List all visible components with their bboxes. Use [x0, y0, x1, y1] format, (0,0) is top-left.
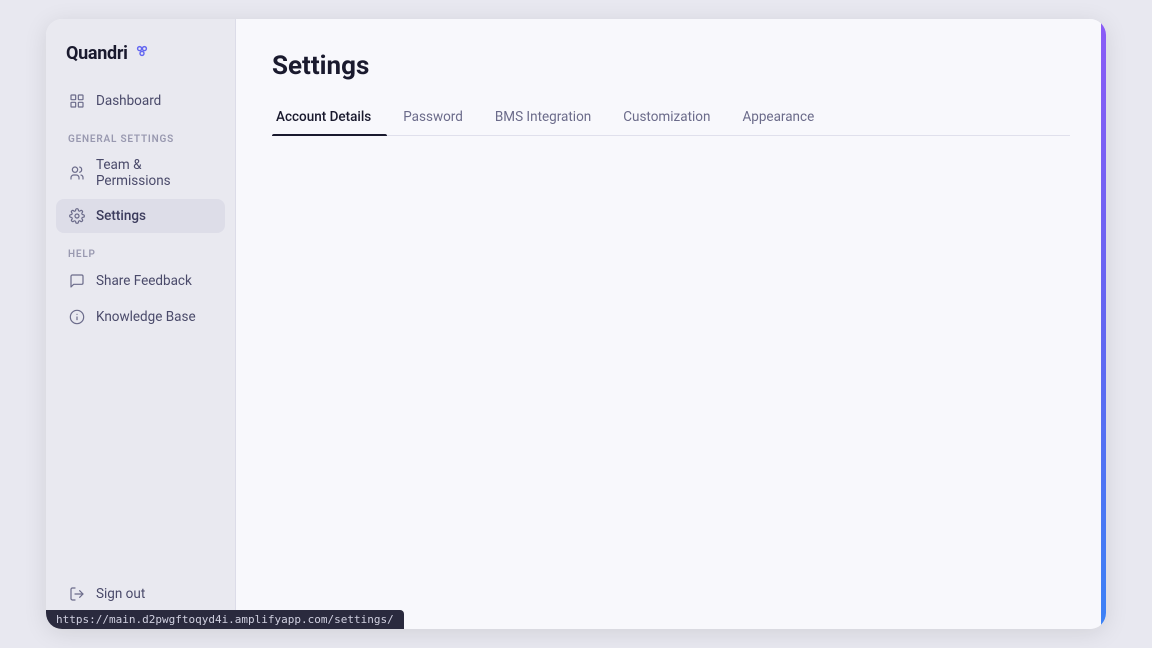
knowledge-base-icon — [68, 308, 86, 326]
signout-label: Sign out — [96, 586, 145, 602]
logo-icon — [134, 43, 150, 64]
feedback-label: Share Feedback — [96, 273, 192, 289]
knowledge-base-label: Knowledge Base — [96, 309, 196, 325]
sidebar-item-settings[interactable]: Settings — [56, 199, 225, 233]
dashboard-icon — [68, 92, 86, 110]
tab-customization[interactable]: Customization — [607, 101, 726, 135]
main-content: Settings Account Details Password BMS In… — [236, 19, 1106, 629]
page-title: Settings — [272, 51, 1070, 81]
signout-icon — [68, 585, 86, 603]
app-container: Quandri Da — [46, 19, 1106, 629]
section-help-label: HELP — [56, 235, 225, 264]
logo-text: Quandri — [66, 43, 128, 64]
sidebar-item-feedback[interactable]: Share Feedback — [56, 264, 225, 298]
tab-appearance[interactable]: Appearance — [726, 101, 830, 135]
sidebar-item-dashboard[interactable]: Dashboard — [56, 84, 225, 118]
sidebar-nav: Dashboard GENERAL SETTINGS Team & Permis… — [46, 84, 235, 577]
sidebar-item-knowledge-base[interactable]: Knowledge Base — [56, 300, 225, 334]
tabs-bar: Account Details Password BMS Integration… — [272, 101, 1070, 136]
dashboard-label: Dashboard — [96, 93, 161, 109]
sidebar-item-team-permissions[interactable]: Team & Permissions — [56, 149, 225, 197]
settings-icon — [68, 207, 86, 225]
logo: Quandri — [46, 19, 235, 84]
feedback-icon — [68, 272, 86, 290]
sidebar-item-signout[interactable]: Sign out — [56, 577, 225, 611]
sidebar: Quandri Da — [46, 19, 236, 629]
settings-label: Settings — [96, 208, 146, 224]
tab-password[interactable]: Password — [387, 101, 479, 135]
section-general-label: GENERAL SETTINGS — [56, 120, 225, 149]
team-permissions-label: Team & Permissions — [96, 157, 213, 189]
tab-account-details[interactable]: Account Details — [272, 101, 387, 135]
content-area — [272, 136, 1070, 629]
team-icon — [68, 164, 86, 182]
sidebar-bottom: Sign out — [46, 577, 235, 613]
tab-bms-integration[interactable]: BMS Integration — [479, 101, 607, 135]
url-bar: https://main.d2pwgftoqyd4i.amplifyapp.co… — [46, 610, 404, 629]
